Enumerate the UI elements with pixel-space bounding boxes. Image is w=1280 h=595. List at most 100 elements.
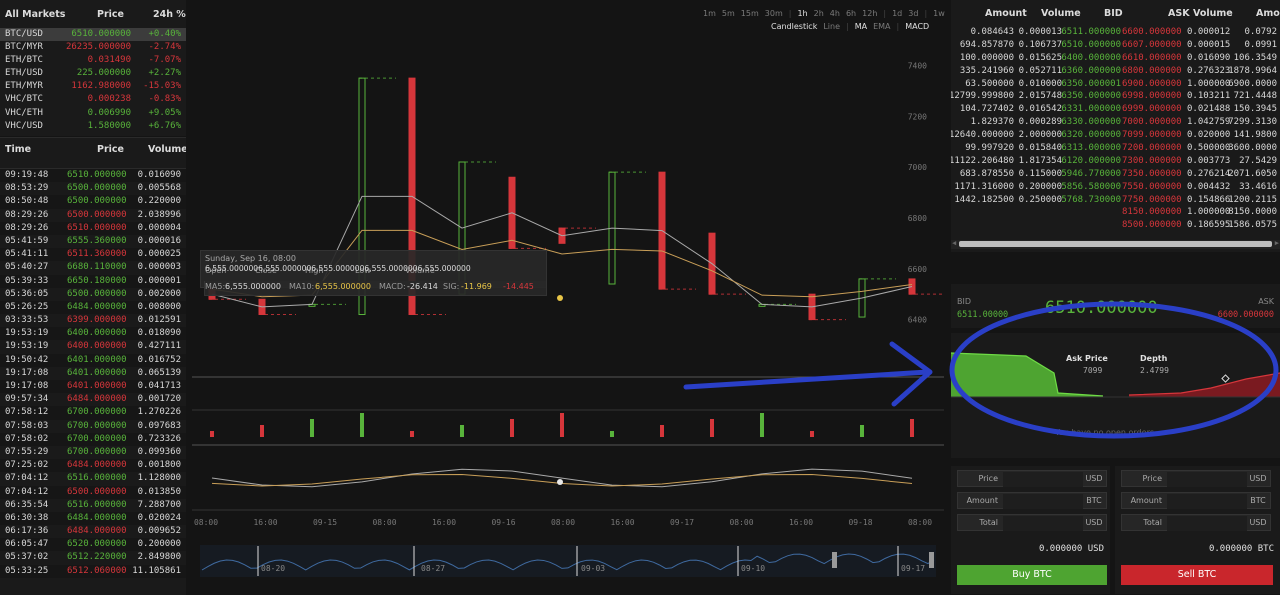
order-book-row[interactable]: 0.084643 0.000013 6511.000000 6600.000000 0.… (951, 26, 1280, 39)
trade-volume: 0.000001 (137, 275, 181, 286)
bid-price: 5946.770000 (1061, 168, 1121, 179)
order-book-row[interactable]: 8500.000000 0.186595 1586.0575 (951, 219, 1280, 232)
trades-col-volume: Volume (148, 144, 186, 155)
markets-col-market[interactable]: All Markets (5, 9, 65, 20)
bid-price: 6330.000000 (1061, 117, 1121, 128)
order-book-row[interactable]: 694.857870 0.106737 6510.000000 6607.000000… (951, 39, 1280, 52)
trade-price: 6680.110000 (67, 262, 127, 273)
market-row[interactable]: VHC/BTC 0.000238 -0.83% (0, 93, 186, 106)
ask-volume: 0.186595 (1187, 220, 1231, 231)
trade-volume: 0.000025 (137, 249, 181, 260)
depth-ask-price-label: Ask Price (1066, 354, 1108, 363)
market-row[interactable]: ETH/BTC 0.031490 -7.07% (0, 54, 186, 67)
bid-price: 6331.000000 (1061, 104, 1121, 115)
ask-amount: 3600.0000 (1228, 143, 1277, 154)
buy-amount-input[interactable] (1003, 494, 1083, 509)
sell-total-input[interactable] (1167, 516, 1247, 531)
open-orders-text: You have no open orders. (1055, 428, 1157, 437)
sell-price-input[interactable] (1167, 472, 1247, 487)
bid-volume: 2.000000 (1018, 130, 1062, 141)
ask-amount: 33.4616 (1239, 181, 1277, 192)
order-book-row[interactable]: 12799.999800 2.015748 6350.000000 6998.0000… (951, 90, 1280, 103)
trade-volume: 2.038996 (137, 209, 181, 220)
market-change: -0.83% (148, 94, 181, 105)
trade-volume: 0.001800 (137, 460, 181, 471)
trade-price: 6401.000000 (67, 354, 127, 365)
bid-price: 6400.000000 (1061, 52, 1121, 63)
trade-row: 07:58:12 6700.000000 1.270226 (0, 406, 186, 420)
trade-row: 05:41:59 6555.360000 0.000016 (0, 235, 186, 248)
order-book-row[interactable]: 11122.206480 1.817354 6120.000000 7300.0000… (951, 155, 1280, 168)
sell-total-row: Total USD (1121, 514, 1271, 531)
x-tick-label: 09-17 (670, 518, 694, 527)
buy-button[interactable]: Buy BTC (957, 565, 1107, 585)
trade-row: 19:17:08 6401.000000 0.065139 (0, 367, 186, 380)
trade-row: 19:50:42 6401.000000 0.016752 (0, 353, 186, 367)
depth-cursor-icon (1221, 374, 1230, 383)
market-pair: ETH/MYR (5, 81, 43, 92)
chart-canvas[interactable]: 7400 7200 7000 6800 6600 6400 08:00 16:00 09-15 0… (192, 0, 944, 594)
ask-amount: 106.3549 (1233, 52, 1277, 63)
scroll-left-icon[interactable]: ◀ (952, 239, 956, 247)
trade-time: 05:26:25 (5, 301, 49, 312)
order-book-row[interactable]: 335.241960 0.052711 6360.000000 6800.000000… (951, 65, 1280, 78)
bid-price: 6320.000000 (1061, 130, 1121, 141)
tooltip-values: 6,555.0000006,555.0000006,555.0000006,55… (205, 264, 471, 273)
order-book-scrollbar[interactable]: ◀ ▶ (951, 239, 1280, 249)
trade-row: 08:53:29 6500.000000 0.005568 (0, 182, 186, 195)
market-row[interactable]: BTC/MYR 26235.000000 -2.74% (0, 41, 186, 54)
market-row[interactable]: VHC/USD 1.580000 +6.76% (0, 120, 186, 133)
order-book-row[interactable]: 1442.182500 0.250000 5768.730000 7750.00000… (951, 194, 1280, 207)
scroll-right-icon[interactable]: ▶ (1275, 239, 1279, 247)
price-chart-area[interactable]: 1m 5m 15m 30m | 1h 2h 4h 6h 12h | 1d 3d | 1w Candlesti… (192, 0, 945, 594)
ask-amount: 1200.2115 (1228, 194, 1277, 205)
trade-volume: 0.016090 (137, 170, 181, 180)
y-tick-label: 6600 (908, 265, 927, 274)
ask-price: 7200.000000 (1122, 143, 1182, 154)
trade-row: 08:29:26 6500.000000 2.038996 (0, 209, 186, 222)
order-book-row[interactable]: 100.000000 0.015625 6400.000000 6610.000000… (951, 52, 1280, 65)
order-book-row[interactable]: 8150.000000 1.000000 8150.0000 (951, 206, 1280, 219)
navigator-tick-label: 09-17 (901, 564, 925, 573)
market-row[interactable]: BTC/USD 6510.000000 +0.40% (0, 28, 186, 42)
market-row[interactable]: ETH/USD 225.000000 +2.27% (0, 67, 186, 80)
sell-amount-input[interactable] (1167, 494, 1247, 509)
order-book-row[interactable]: 63.500000 0.010000 6350.000001 6900.000000 1… (951, 78, 1280, 91)
bid-price: 5856.580000 (1061, 181, 1121, 192)
bid-amount: 335.241960 (959, 65, 1014, 76)
bid-price: 6350.000000 (1061, 91, 1121, 102)
order-book-row[interactable]: 1.829370 0.000289 6330.000000 7000.000000 1.… (951, 116, 1280, 129)
trade-row: 07:58:03 6700.000000 0.097683 (0, 420, 186, 433)
order-book-row[interactable]: 99.997920 0.015840 6313.000000 7200.000000 0… (951, 142, 1280, 155)
scrollbar-thumb[interactable] (959, 241, 1272, 247)
bid-price: 6120.000000 (1061, 155, 1121, 166)
markets-col-change[interactable]: 24h % (153, 9, 186, 20)
ask-volume: 0.154866 (1187, 194, 1231, 205)
sell-button[interactable]: Sell BTC (1121, 565, 1273, 585)
ask-price: 7750.000000 (1122, 194, 1182, 205)
order-book-row[interactable]: 12640.000000 2.000000 6320.000000 7099.0000… (951, 129, 1280, 142)
ask-amount: 141.9800 (1233, 130, 1277, 141)
trade-time: 07:55:29 (5, 446, 49, 457)
order-book-rows: 0.084643 0.000013 6511.000000 6600.000000 0.… (951, 26, 1280, 232)
order-book-row[interactable]: 1171.316000 0.200000 5856.580000 7550.00000… (951, 181, 1280, 194)
market-row[interactable]: VHC/ETH 0.006990 +9.05% (0, 107, 186, 120)
market-pair: BTC/MYR (5, 42, 43, 53)
bid-amount: 12640.000000 (951, 130, 1014, 141)
order-book-row[interactable]: 104.727402 0.016542 6331.000000 6999.000000… (951, 103, 1280, 116)
ask-price: 6999.000000 (1122, 104, 1182, 115)
market-row[interactable]: ETH/MYR 1162.980000 -15.03% (0, 80, 186, 93)
sell-total-value: 0.000000 BTC (1208, 544, 1274, 554)
trade-volume: 7.288700 (137, 499, 181, 510)
order-book-row[interactable]: 683.878550 0.115000 5946.770000 7350.000000… (951, 168, 1280, 181)
trade-time: 05:36:05 (5, 288, 49, 299)
buy-total-input[interactable] (1003, 516, 1083, 531)
depth-chart-panel[interactable]: Ask Price 7099 Depth 2.4799 You have no … (951, 333, 1280, 458)
trade-row: 05:39:33 6650.180000 0.000001 (0, 274, 186, 288)
trade-time: 05:37:02 (5, 552, 49, 563)
markets-col-price[interactable]: Price (97, 9, 124, 20)
market-price: 0.000238 (87, 94, 131, 105)
trade-row: 06:05:47 6520.000000 0.200000 (0, 538, 186, 552)
buy-price-input[interactable] (1003, 472, 1083, 487)
trade-row: 03:33:53 6399.000000 0.012591 (0, 314, 186, 327)
